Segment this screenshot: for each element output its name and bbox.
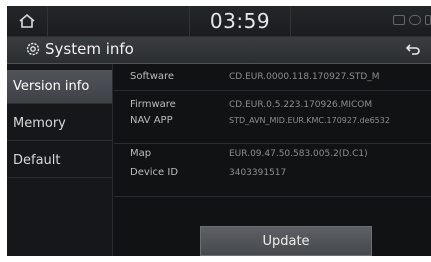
back-arrow-icon	[405, 44, 420, 55]
info-row-software: Software CD.EUR.0000.118.170927.STD_M	[114, 64, 431, 91]
connection-icon	[425, 15, 431, 25]
info-value: 3403391517	[229, 168, 287, 178]
info-value: CD.EUR.0.5.223.170926.MICOM	[229, 100, 373, 110]
info-value: EUR.09.47.50.583.005.2(D.C1)	[229, 149, 368, 159]
info-label: Device ID	[130, 167, 179, 178]
info-row-map-device: Map EUR.09.47.50.583.005.2(D.C1) Device …	[114, 144, 431, 197]
gear-icon	[26, 42, 40, 56]
signal-icon	[409, 15, 421, 25]
info-value: CD.EUR.0000.118.170927.STD_M	[229, 72, 380, 82]
status-bar: 03:59	[7, 6, 431, 37]
sidebar-item-memory[interactable]: Memory	[7, 107, 112, 141]
info-row-firmware-navapp: Firmware CD.EUR.0.5.223.170926.MICOM NAV…	[114, 91, 431, 144]
version-info-panel: Software CD.EUR.0000.118.170927.STD_M Fi…	[114, 64, 431, 256]
info-label: NAV APP	[130, 115, 173, 126]
sidebar-item-label: Default	[13, 153, 61, 168]
back-button[interactable]	[395, 37, 431, 63]
page-title: System info	[45, 40, 134, 58]
update-button[interactable]: Update	[200, 226, 372, 256]
clock-time: 03:59	[209, 9, 271, 33]
sidebar-item-version-info[interactable]: Version info	[7, 70, 112, 104]
sidebar-item-label: Version info	[13, 79, 90, 94]
sidebar-item-default[interactable]: Default	[7, 144, 112, 178]
battery-icon	[393, 15, 405, 25]
home-icon	[19, 13, 35, 28]
sidebar: Version info Memory Default	[7, 64, 113, 256]
title-bar: System info	[7, 37, 431, 64]
infotainment-screen: 03:59 System info Version info Memory De…	[7, 6, 431, 256]
home-button[interactable]	[7, 6, 48, 36]
clock-area: 03:59	[189, 6, 291, 36]
sidebar-item-label: Memory	[13, 116, 66, 131]
info-label: Software	[130, 71, 175, 82]
info-label: Map	[130, 148, 152, 159]
status-icons	[393, 15, 431, 25]
info-label: Firmware	[130, 99, 176, 110]
info-value: STD_AVN_MID.EUR.KMC.170927.de6532	[229, 116, 390, 125]
